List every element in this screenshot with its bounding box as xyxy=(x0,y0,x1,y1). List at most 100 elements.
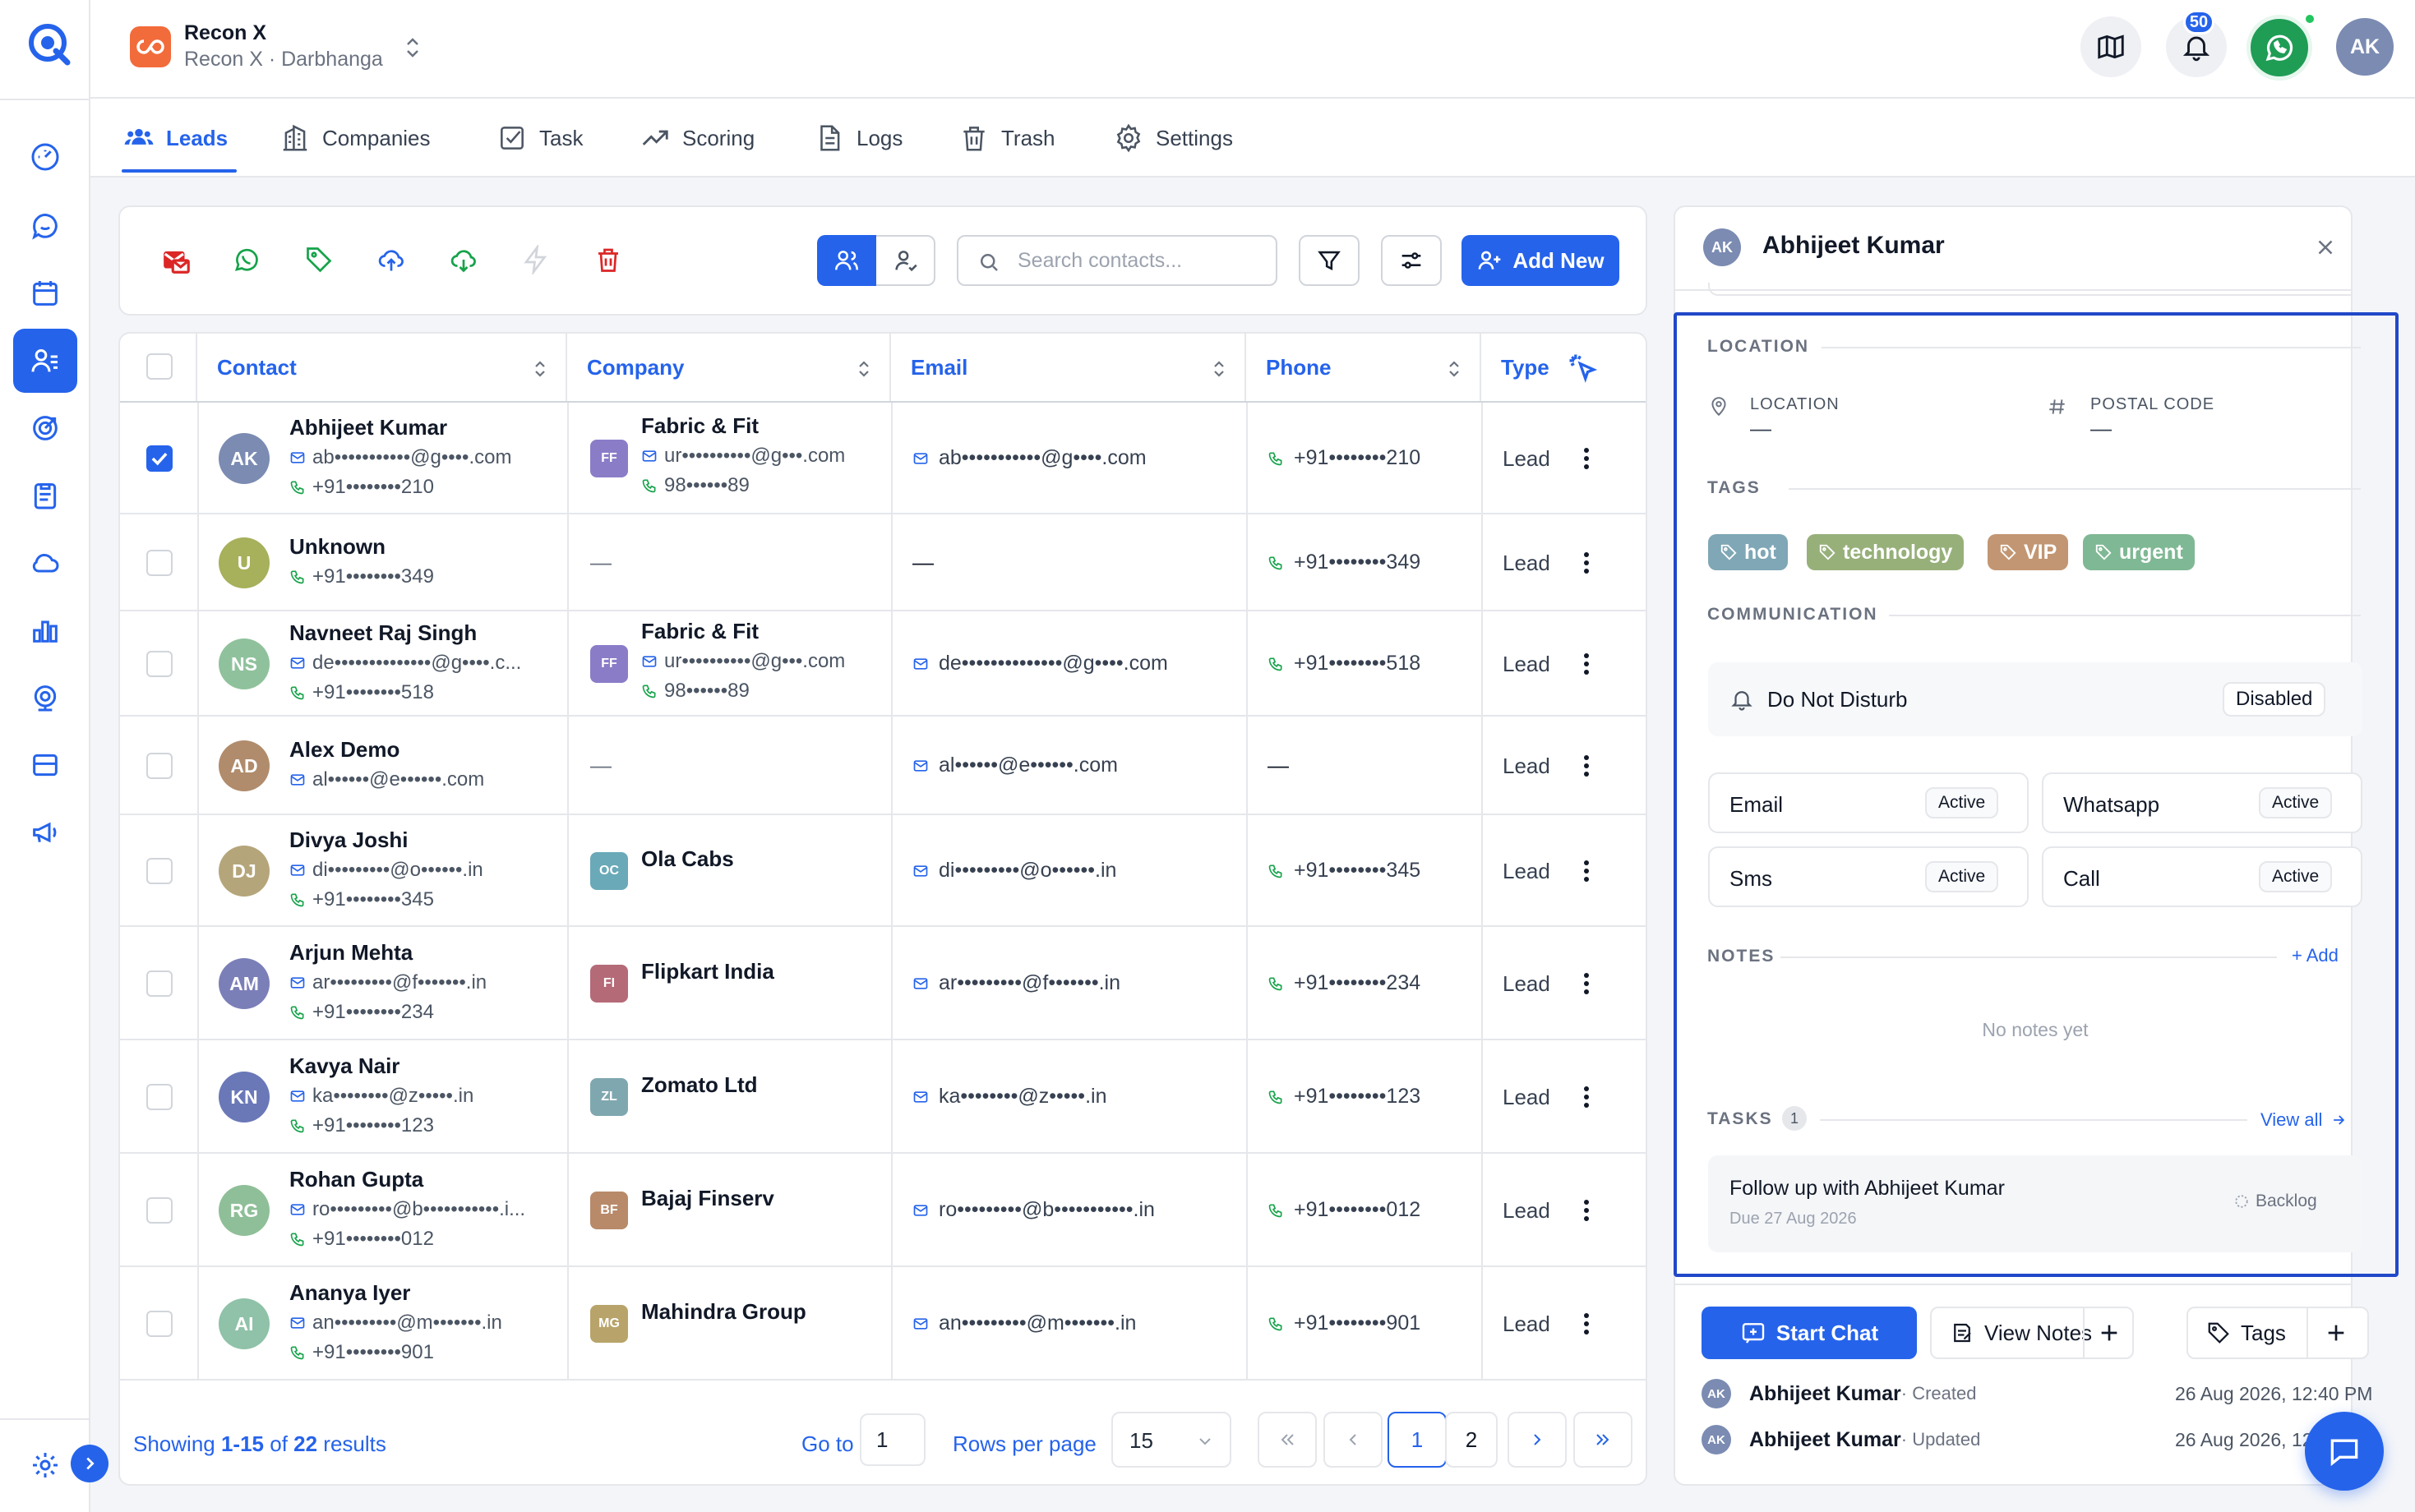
row-actions-icon[interactable] xyxy=(1578,970,1595,997)
contact-name[interactable]: Abhijeet Kumar xyxy=(289,415,447,440)
column-picker-icon[interactable] xyxy=(1565,350,1601,386)
channel-sms[interactable]: Sms Active xyxy=(1708,846,2029,907)
channel-whatsapp[interactable]: Whatsapp Active xyxy=(2042,772,2362,833)
goto-page-input[interactable]: 1 xyxy=(860,1413,926,1466)
workspace-subtitle[interactable]: Recon X · Darbhanga xyxy=(184,48,383,71)
contact-name[interactable]: Rohan Gupta xyxy=(289,1167,423,1192)
phone-cell[interactable]: +91••••••••123 xyxy=(1268,1085,1420,1109)
webcam-icon[interactable] xyxy=(13,666,77,730)
column-header-phone[interactable]: Phone xyxy=(1246,334,1481,401)
contact-name[interactable]: Navneet Raj Singh xyxy=(289,620,477,646)
table-row[interactable]: RG Rohan Gupta ro•••••••••@b•••••••••••.i.… xyxy=(120,1154,1646,1267)
email-cell[interactable]: al••••••@e••••••.com xyxy=(912,754,1118,777)
next-page-button[interactable] xyxy=(1508,1412,1567,1468)
column-header-contact[interactable]: Contact xyxy=(197,334,567,401)
rows-per-page-select[interactable]: 15 xyxy=(1111,1412,1231,1468)
phone-cell[interactable]: +91••••••••012 xyxy=(1268,1198,1420,1222)
bulk-email-icon[interactable] xyxy=(161,245,194,278)
tab-logs[interactable]: Logs xyxy=(814,99,903,177)
tab-settings[interactable]: Settings xyxy=(1113,99,1233,177)
inbox-icon[interactable] xyxy=(13,733,77,797)
start-chat-button[interactable]: Start Chat xyxy=(1702,1307,1917,1359)
phone-cell[interactable]: +91••••••••210 xyxy=(1268,446,1420,470)
contact-name[interactable]: Alex Demo xyxy=(289,737,399,763)
map-button[interactable] xyxy=(2080,16,2141,77)
whatsapp-icon[interactable] xyxy=(232,245,265,278)
email-cell[interactable]: ro•••••••••@b•••••••••••.in xyxy=(912,1198,1155,1222)
tag-chip[interactable]: hot xyxy=(1708,534,1788,570)
column-header-email[interactable]: Email xyxy=(891,334,1246,401)
add-note-link[interactable]: + Add xyxy=(2292,945,2339,966)
row-checkbox[interactable] xyxy=(146,651,173,677)
contact-name[interactable]: Divya Joshi xyxy=(289,827,409,853)
megaphone-icon[interactable] xyxy=(13,800,77,864)
all-contacts-view-button[interactable] xyxy=(817,235,876,286)
filter-button[interactable] xyxy=(1299,235,1360,286)
email-cell[interactable]: ab•••••••••••@g••••.com xyxy=(912,446,1147,470)
company-name[interactable]: Flipkart India xyxy=(641,959,774,984)
row-actions-icon[interactable] xyxy=(1578,651,1595,677)
user-avatar[interactable]: AK xyxy=(2336,18,2394,76)
row-checkbox[interactable] xyxy=(146,970,173,997)
support-chat-button[interactable] xyxy=(2305,1412,2384,1491)
tab-leads[interactable]: Leads xyxy=(123,99,228,177)
email-cell[interactable]: di•••••••••@o••••••.in xyxy=(912,859,1116,883)
whatsapp-button[interactable] xyxy=(2246,15,2312,81)
phone-cell[interactable]: +91••••••••345 xyxy=(1268,859,1420,883)
company-name[interactable]: Bajaj Finserv xyxy=(641,1186,774,1211)
row-checkbox[interactable] xyxy=(146,445,173,472)
table-row[interactable]: KN Kavya Nair ka••••••••@z•••••.in +91•••••… xyxy=(120,1040,1646,1154)
do-not-disturb-row[interactable]: Do Not Disturb Disabled xyxy=(1708,662,2362,736)
page-2-button[interactable]: 2 xyxy=(1445,1412,1498,1468)
company-name[interactable]: Fabric & Fit xyxy=(641,619,759,644)
phone-cell[interactable]: +91••••••••901 xyxy=(1268,1311,1420,1335)
row-actions-icon[interactable] xyxy=(1578,1311,1595,1337)
add-tag-plus-icon[interactable] xyxy=(2323,1320,2349,1346)
contact-name[interactable]: Kavya Nair xyxy=(289,1053,399,1079)
search-input[interactable]: Search contacts... xyxy=(957,235,1277,286)
upload-cloud-icon[interactable] xyxy=(376,245,409,278)
row-actions-icon[interactable] xyxy=(1578,858,1595,884)
tab-scoring[interactable]: Scoring xyxy=(640,99,755,177)
calendar-icon[interactable] xyxy=(13,261,77,325)
column-header-company[interactable]: Company xyxy=(567,334,891,401)
dashboard-icon[interactable] xyxy=(13,125,77,189)
row-checkbox[interactable] xyxy=(146,858,173,884)
add-note-plus-icon[interactable] xyxy=(2096,1320,2122,1346)
contact-name[interactable]: Unknown xyxy=(289,534,386,560)
column-header-type[interactable]: Type xyxy=(1481,334,1646,401)
row-actions-icon[interactable] xyxy=(1578,1084,1595,1110)
chat-icon[interactable] xyxy=(13,194,77,258)
first-page-button[interactable] xyxy=(1258,1412,1317,1468)
row-checkbox[interactable] xyxy=(146,753,173,779)
email-cell[interactable]: de••••••••••••••@g••••.com xyxy=(912,652,1168,675)
tag-chip[interactable]: VIP xyxy=(1988,534,2069,570)
company-name[interactable]: Ola Cabs xyxy=(641,846,734,872)
lightning-icon[interactable] xyxy=(521,245,554,278)
target-icon[interactable] xyxy=(13,396,77,460)
company-name[interactable]: Zomato Ltd xyxy=(641,1072,758,1098)
row-checkbox[interactable] xyxy=(146,550,173,576)
select-all-checkbox[interactable] xyxy=(146,353,173,380)
row-actions-icon[interactable] xyxy=(1578,445,1595,472)
contact-name[interactable]: Ananya Iyer xyxy=(289,1280,410,1306)
contact-name[interactable]: Arjun Mehta xyxy=(289,940,413,966)
tab-companies[interactable]: Companies xyxy=(279,99,431,177)
view-all-tasks-link[interactable]: View all xyxy=(2260,1109,2347,1131)
page-1-button[interactable]: 1 xyxy=(1388,1412,1447,1468)
delete-icon[interactable] xyxy=(593,245,626,278)
email-cell[interactable]: ar•••••••••@f•••••••.in xyxy=(912,971,1120,995)
table-row[interactable]: AI Ananya Iyer an•••••••••@m•••••••.in +91•… xyxy=(120,1267,1646,1381)
cloud-icon[interactable] xyxy=(13,531,77,595)
table-row[interactable]: AD Alex Demo al••••••@e••••••.com — al••••••… xyxy=(120,717,1646,815)
channel-call[interactable]: Call Active xyxy=(2042,846,2362,907)
table-row[interactable]: AK Abhijeet Kumar ab•••••••••••@g••••.com +… xyxy=(120,403,1646,514)
row-checkbox[interactable] xyxy=(146,1084,173,1110)
row-actions-icon[interactable] xyxy=(1578,1197,1595,1224)
close-icon[interactable] xyxy=(2313,235,2338,260)
channel-email[interactable]: Email Active xyxy=(1708,772,2029,833)
row-actions-icon[interactable] xyxy=(1578,550,1595,576)
row-checkbox[interactable] xyxy=(146,1311,173,1337)
workspace-name[interactable]: Recon X xyxy=(184,21,266,45)
add-new-button[interactable]: Add New xyxy=(1461,235,1619,286)
